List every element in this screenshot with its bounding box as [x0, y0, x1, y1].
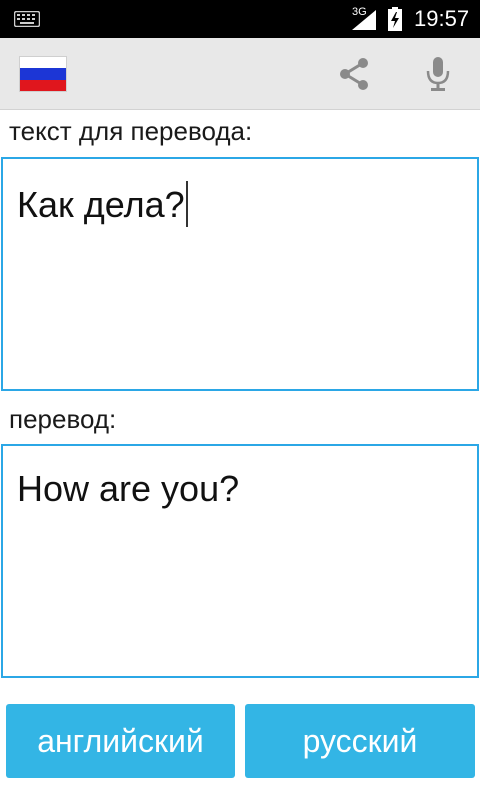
translation-output[interactable]: How are you?: [1, 444, 479, 678]
source-text-value: Как дела?: [17, 184, 185, 225]
translation-text-value: How are you?: [17, 468, 240, 509]
target-language-button[interactable]: русский: [245, 704, 475, 778]
source-text-input[interactable]: Как дела?: [1, 157, 479, 391]
share-icon: [340, 58, 368, 90]
status-bar: 3G 19:57: [0, 0, 480, 38]
keyboard-icon: [14, 11, 40, 27]
action-bar: [0, 38, 480, 110]
translation-label: перевод:: [9, 404, 117, 434]
status-clock: 19:57: [414, 6, 470, 31]
signal-icon: [352, 10, 376, 30]
source-language-button[interactable]: английский: [6, 704, 235, 778]
microphone-icon: [426, 57, 450, 91]
source-text-label: текст для перевода:: [9, 116, 253, 146]
text-cursor: [185, 181, 188, 227]
russian-flag-icon[interactable]: [19, 56, 67, 92]
share-button[interactable]: [330, 52, 378, 96]
battery-charging-icon: [388, 7, 402, 31]
microphone-button[interactable]: [414, 52, 462, 96]
